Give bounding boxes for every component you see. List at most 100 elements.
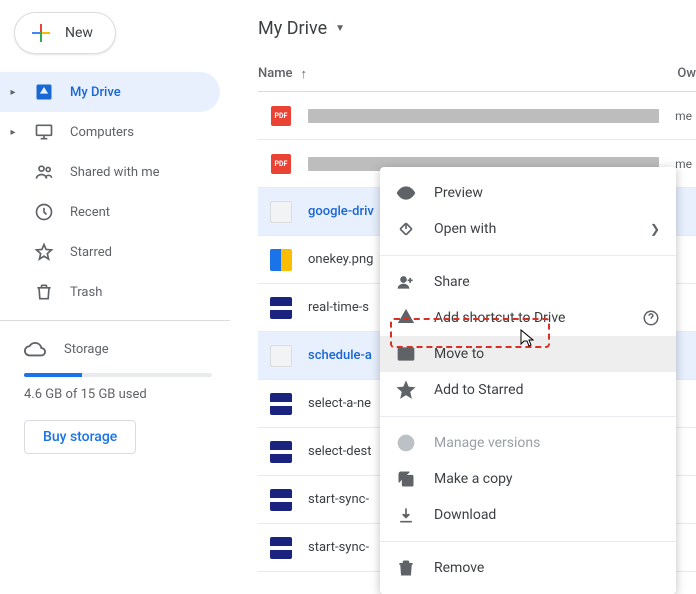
sidebar-item-recent[interactable]: Recent [0, 192, 220, 232]
menu-item-label: Download [434, 507, 496, 523]
menu-item-trash[interactable]: Remove [380, 550, 676, 586]
file-name: select-a-ne [308, 396, 371, 411]
menu-item-versions: Manage versions [380, 425, 676, 461]
sidebar-item-label: My Drive [70, 85, 121, 100]
pdf-icon: PDF [271, 154, 291, 174]
nav: ▸ My Drive ▸ Computers Shared with me Recent S… [0, 72, 230, 312]
image-icon [270, 441, 292, 463]
image-icon [270, 201, 292, 223]
new-label: New [65, 25, 93, 41]
expand-icon: ▸ [8, 127, 18, 138]
menu-item-label: Share [434, 274, 470, 290]
image-icon [270, 345, 292, 367]
shared-icon [32, 160, 56, 184]
plus-icon [29, 21, 53, 45]
col-name[interactable]: Name ↑ [258, 66, 666, 82]
file-name: onekey.png [308, 252, 373, 267]
menu-item-openwith[interactable]: Open with ❯ [380, 211, 676, 247]
sidebar: New ▸ My Drive ▸ Computers Shared with me Rec… [0, 0, 230, 561]
computers-icon [32, 120, 56, 144]
share-icon [396, 272, 416, 292]
sidebar-item-star[interactable]: Starred [0, 232, 220, 272]
storage-used-text: 4.6 GB of 15 GB used [24, 387, 212, 402]
star-icon [32, 240, 56, 264]
menu-separator [380, 416, 676, 417]
versions-icon [396, 433, 416, 453]
file-name: select-dest [308, 444, 372, 459]
sidebar-item-label: Recent [70, 205, 110, 220]
file-name: google-driv [308, 204, 374, 219]
file-name: schedule-a [308, 348, 372, 363]
menu-item-label: Open with [434, 221, 496, 237]
drive-icon [32, 80, 56, 104]
file-name: real-time-s [308, 300, 369, 315]
menu-separator [380, 541, 676, 542]
sidebar-item-label: Starred [70, 245, 112, 260]
file-name: start-sync- [308, 492, 369, 507]
sidebar-item-label: Shared with me [70, 165, 160, 180]
menu-separator [380, 255, 676, 256]
menu-item-label: Move to [434, 346, 484, 362]
trash-icon [32, 280, 56, 304]
file-name: start-sync- [308, 540, 369, 555]
star-icon [396, 380, 416, 400]
menu-item-moveto[interactable]: Move to [380, 336, 676, 372]
menu-item-label: Manage versions [434, 435, 540, 451]
menu-item-label: Add to Starred [434, 382, 523, 398]
cloud-icon [24, 338, 46, 360]
menu-item-label: Remove [434, 560, 484, 576]
menu-item-label: Add shortcut to Drive [434, 310, 565, 326]
image-icon [270, 249, 292, 271]
sidebar-item-computers[interactable]: ▸ Computers [0, 112, 220, 152]
download-icon [396, 505, 416, 525]
context-menu: Preview Open with ❯ Share Add shortcut to Dr… [380, 167, 676, 594]
image-icon [270, 537, 292, 559]
pdf-icon: PDF [271, 106, 291, 126]
sidebar-item-label: Computers [70, 125, 134, 140]
sidebar-item-label: Trash [70, 285, 102, 300]
column-header: Name ↑ Ow [258, 56, 696, 92]
breadcrumb-title: My Drive [258, 18, 327, 39]
eye-icon [396, 183, 416, 203]
col-owner[interactable]: Ow [666, 66, 696, 81]
sidebar-item-shared[interactable]: Shared with me [0, 152, 220, 192]
col-name-label: Name [258, 66, 293, 81]
caret-down-icon: ▼ [335, 23, 345, 34]
sidebar-item-drive[interactable]: ▸ My Drive [0, 72, 220, 112]
trash-icon [396, 558, 416, 578]
storage-bar-fill [24, 373, 82, 377]
image-icon [270, 297, 292, 319]
recent-icon [32, 200, 56, 224]
file-owner: me [675, 157, 696, 171]
menu-item-copy[interactable]: Make a copy [380, 461, 676, 497]
menu-item-eye[interactable]: Preview [380, 175, 676, 211]
file-row[interactable]: PDF me [258, 92, 696, 140]
new-button[interactable]: New [14, 12, 116, 54]
shortcut-icon [396, 308, 416, 328]
storage-label: Storage [64, 342, 109, 357]
menu-item-label: Preview [434, 185, 483, 201]
divider [0, 320, 230, 321]
expand-icon: ▸ [8, 87, 18, 98]
image-icon [270, 489, 292, 511]
menu-item-label: Make a copy [434, 471, 513, 487]
help-icon[interactable] [642, 309, 660, 327]
menu-item-share[interactable]: Share [380, 264, 676, 300]
buy-storage-button[interactable]: Buy storage [24, 420, 136, 454]
storage-bar [24, 373, 212, 377]
chevron-right-icon: ❯ [650, 222, 660, 236]
storage-section: Storage 4.6 GB of 15 GB used Buy storage [0, 329, 230, 454]
copy-icon [396, 469, 416, 489]
moveto-icon [396, 344, 416, 364]
menu-item-shortcut[interactable]: Add shortcut to Drive [380, 300, 676, 336]
breadcrumb[interactable]: My Drive ▼ [258, 0, 696, 56]
storage-item[interactable]: Storage [24, 329, 212, 369]
file-owner: me [675, 109, 696, 123]
image-icon [270, 393, 292, 415]
sidebar-item-trash[interactable]: Trash [0, 272, 220, 312]
menu-item-star[interactable]: Add to Starred [380, 372, 676, 408]
menu-item-download[interactable]: Download [380, 497, 676, 533]
sort-asc-icon: ↑ [301, 66, 308, 82]
openwith-icon [396, 219, 416, 239]
file-name [308, 109, 659, 123]
